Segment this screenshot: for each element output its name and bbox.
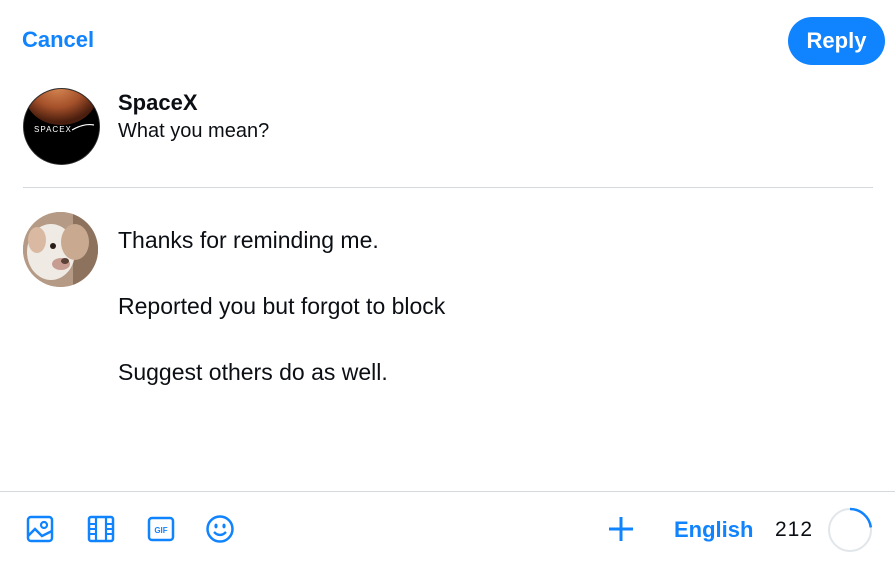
reply-line: Suggest others do as well. (118, 359, 388, 385)
user-avatar[interactable] (23, 212, 98, 287)
reply-button[interactable]: Reply (788, 17, 885, 65)
dog-avatar-image (23, 212, 98, 287)
reply-text-area[interactable]: Thanks for reminding me. Reported you bu… (118, 224, 445, 422)
spacex-logo-text: SPACEX (34, 125, 72, 134)
image-icon[interactable] (25, 514, 55, 544)
reply-composer[interactable]: Thanks for reminding me. Reported you bu… (23, 212, 873, 472)
language-selector[interactable]: English (674, 517, 753, 543)
reply-line: Reported you but forgot to block (118, 293, 446, 319)
parent-author-name[interactable]: SpaceX (118, 90, 198, 116)
reply-line: Thanks for reminding me. (118, 227, 379, 253)
video-icon[interactable] (86, 514, 116, 544)
character-progress-ring (827, 507, 873, 553)
composer-toolbar: GIF English 212 (0, 491, 895, 567)
parent-post: SPACEX SpaceX What you mean? (23, 88, 873, 168)
gif-icon[interactable]: GIF (146, 514, 176, 544)
reply-header: Cancel Reply (0, 0, 895, 84)
emoji-icon[interactable] (205, 514, 235, 544)
character-count: 212 (775, 518, 814, 541)
gif-label: GIF (154, 526, 167, 535)
spacex-avatar[interactable]: SPACEX (23, 88, 100, 165)
thread-divider (23, 187, 873, 188)
spacex-logo-image: SPACEX (24, 89, 99, 164)
parent-post-text: What you mean? (118, 120, 270, 142)
cancel-button[interactable]: Cancel (22, 27, 94, 53)
plus-icon[interactable] (606, 514, 636, 544)
